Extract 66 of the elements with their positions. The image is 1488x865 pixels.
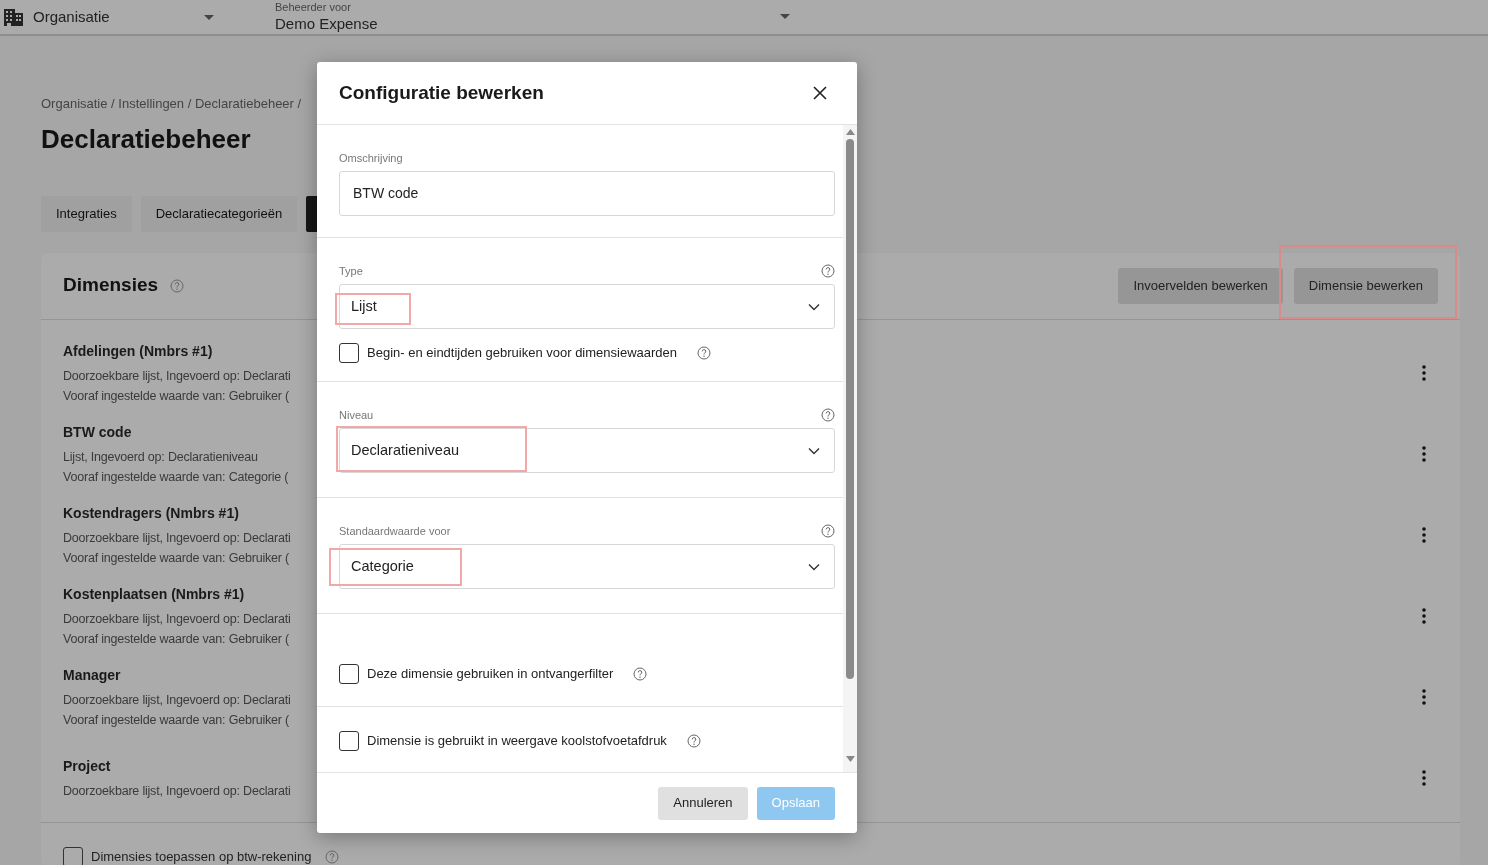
checkbox[interactable] (339, 343, 359, 363)
breadcrumb: Organisatie / Instellingen / Declaratiebeheer / (41, 95, 302, 113)
scroll-down-icon[interactable] (845, 756, 855, 762)
help-icon[interactable] (697, 346, 712, 360)
help-icon[interactable] (633, 667, 648, 681)
chevron-down-icon (808, 302, 820, 311)
dialog-button[interactable]: Annuleren (658, 786, 748, 820)
dimension-detail: Vooraf ingestelde waarde van: Categorie ( (63, 468, 289, 486)
dimension-detail: Doorzoekbare lijst, Ingevoerd op: Declarati (63, 529, 291, 547)
dimension-name: Manager (63, 665, 122, 685)
chevron-down-icon (808, 562, 820, 571)
dimension-name: Kostenplaatsen (Nmbrs #1) (63, 584, 246, 604)
caret-icon[interactable] (204, 14, 214, 20)
text-field[interactable]: BTW code (339, 171, 835, 216)
checkbox[interactable] (339, 664, 359, 684)
edit-button[interactable]: Dimensie bewerken (1293, 267, 1438, 304)
checkbox-label: Dimensie is gebruikt in weergave koolstofvoetafdruk (367, 732, 667, 751)
field-label: Standaardwaarde voor (339, 523, 451, 539)
close-icon[interactable] (813, 86, 827, 100)
dimension-detail: Vooraf ingestelde waarde van: Gebruiker ( (63, 630, 290, 648)
page-title: Declaratiebeheer (41, 122, 251, 156)
dimension-detail: Doorzoekbare lijst, Ingevoerd op: Declarati (63, 691, 291, 709)
more-options-icon[interactable] (1422, 365, 1426, 381)
field-label: Omschrijving (339, 150, 403, 166)
field-label: Niveau (339, 407, 374, 423)
tab[interactable]: Integraties (41, 195, 132, 232)
field-label: Type (339, 263, 363, 279)
dimension-detail: Doorzoekbare lijst, Ingevoerd op: Declarati (63, 782, 291, 800)
checkbox[interactable] (63, 846, 83, 865)
help-icon[interactable] (821, 264, 835, 278)
dialog-title: Configuratie bewerken (339, 80, 544, 105)
more-options-icon[interactable] (1422, 770, 1426, 786)
dimension-detail: Vooraf ingestelde waarde van: Gebruiker ( (63, 549, 290, 567)
dimension-detail: Doorzoekbare lijst, Ingevoerd op: Declarati (63, 610, 291, 628)
help-icon[interactable] (821, 408, 835, 422)
checkbox[interactable] (339, 731, 359, 751)
more-options-icon[interactable] (1422, 527, 1426, 543)
scrollbar[interactable] (843, 125, 857, 772)
scroll-up-icon[interactable] (845, 129, 855, 135)
dimension-detail: Lijst, Ingevoerd op: Declaratieniveau (63, 448, 259, 466)
dimension-name: Kostendragers (Nmbrs #1) (63, 503, 240, 523)
dimension-name: Project (63, 756, 112, 776)
caret-icon[interactable] (780, 14, 790, 20)
dimension-detail: Vooraf ingestelde waarde van: Gebruiker ( (63, 711, 290, 729)
help-icon[interactable] (821, 524, 835, 538)
dimension-name: BTW code (63, 422, 133, 442)
select-field[interactable]: Categorie (339, 544, 835, 589)
edit-button[interactable]: Invoervelden bewerken (1118, 267, 1283, 304)
more-options-icon[interactable] (1422, 608, 1426, 624)
dimension-detail: Vooraf ingestelde waarde van: Gebruiker ( (63, 387, 290, 405)
dimension-detail: Doorzoekbare lijst, Ingevoerd op: Declarati (63, 367, 291, 385)
checkbox-label: Deze dimensie gebruiken in ontvangerfilter (367, 665, 614, 684)
tab[interactable]: Declaratiecategorieën (140, 195, 298, 232)
more-options-icon[interactable] (1422, 446, 1426, 462)
checkbox-label: Dimensies toepassen op btw-rekening (91, 847, 312, 865)
chevron-down-icon (808, 446, 820, 455)
building-icon (4, 8, 23, 26)
card-title: Dimensies (63, 273, 159, 298)
checkbox-label: Begin- en eindtijden gebruiken voor dimensiewaarden (367, 344, 678, 363)
field-label: Beheerder voor (275, 0, 352, 15)
manager-select-value[interactable]: Demo Expense (275, 14, 378, 34)
help-icon[interactable] (686, 734, 701, 748)
dimension-name: Afdelingen (Nmbrs #1) (63, 341, 214, 361)
more-options-icon[interactable] (1422, 689, 1426, 705)
select-field[interactable]: Declaratieniveau (339, 428, 835, 473)
organisation-select-value[interactable]: Organisatie (33, 5, 194, 29)
